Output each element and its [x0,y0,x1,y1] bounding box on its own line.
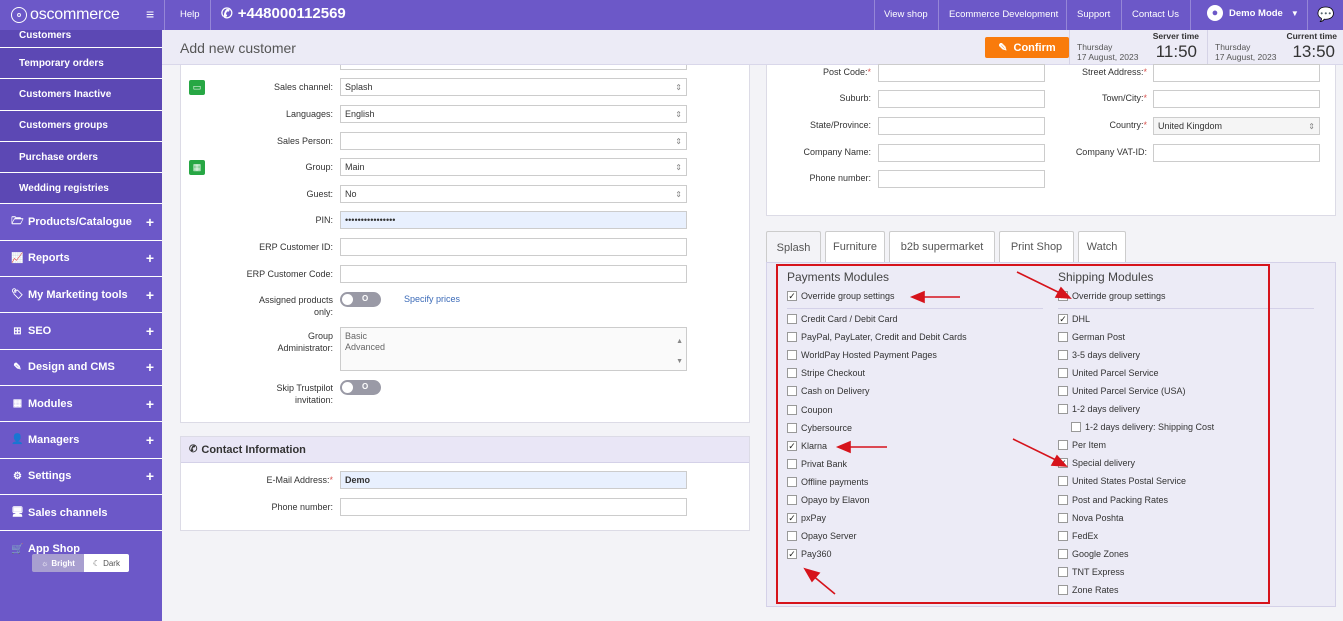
annotation-arrows [803,271,1072,595]
